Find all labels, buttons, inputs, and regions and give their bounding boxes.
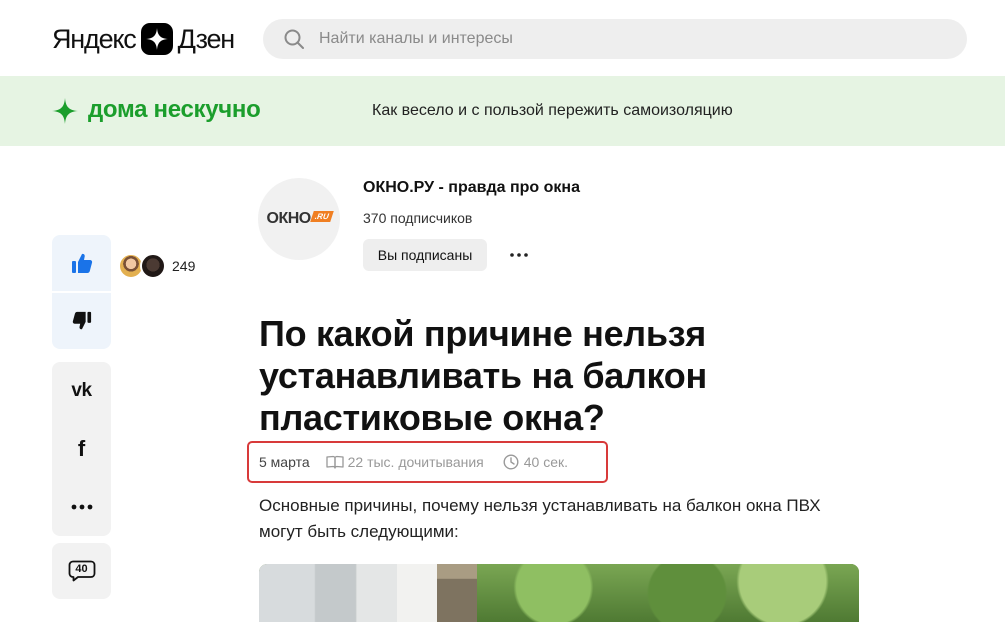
banner-title: дома нескучно <box>88 96 261 123</box>
channel-logo-suffix: .RU <box>309 210 334 222</box>
article-read-time-text: 40 сек. <box>523 454 569 470</box>
image-window-frame <box>397 564 437 622</box>
book-icon <box>325 453 344 471</box>
subscribed-button[interactable]: Вы подписаны <box>363 239 487 271</box>
yandex-zen-logo[interactable]: Яндекс Дзен <box>52 22 236 56</box>
vote-panel <box>52 235 111 349</box>
comment-bubble-icon: 40 <box>68 560 96 582</box>
thumbs-down-icon <box>72 311 91 330</box>
channel-name[interactable]: ОКНО.РУ - правда про окна <box>363 179 580 197</box>
sparkle-icon <box>52 98 78 124</box>
channel-more-button[interactable] <box>505 243 533 267</box>
article-intro: Основные причины, почему нельзя устанавл… <box>259 496 821 541</box>
zen-star-icon <box>140 23 173 55</box>
image-wall-section <box>259 564 397 622</box>
comment-count: 40 <box>75 563 88 575</box>
logo-zen-text: Дзен <box>177 23 236 54</box>
avatar <box>140 253 166 279</box>
search-input[interactable] <box>319 30 919 48</box>
article-image[interactable] <box>259 564 859 622</box>
thumbs-up-icon <box>71 253 92 273</box>
article-reads: 22 тыс. дочитывания <box>325 453 484 471</box>
share-vk-button[interactable]: vk <box>52 362 111 420</box>
promo-banner[interactable]: дома нескучно Как весело и с пользой пер… <box>0 76 1005 146</box>
dislike-button[interactable] <box>52 293 111 349</box>
like-count: 249 <box>172 258 196 274</box>
image-trees <box>477 564 859 622</box>
channel-avatar[interactable]: ОКНО .RU <box>258 178 340 260</box>
image-balcony-rail <box>437 564 477 622</box>
top-bar: Яндекс Дзен <box>0 0 1005 76</box>
article-meta: 5 марта 22 тыс. дочитывания 40 сек. <box>259 453 568 471</box>
search-bar[interactable] <box>263 19 967 59</box>
channel-logo-word: ОКНО <box>266 210 312 227</box>
more-dots-icon <box>71 504 92 510</box>
article-title: По какой причине нельзя устанавливать на… <box>259 313 707 438</box>
share-panel: vk f <box>52 362 111 536</box>
logo-yandex-text: Яндекс <box>52 23 137 54</box>
article-date: 5 марта <box>259 454 310 470</box>
search-icon <box>283 28 305 50</box>
more-share-button[interactable] <box>52 478 111 536</box>
vk-icon: vk <box>71 380 92 401</box>
article-read-time: 40 сек. <box>502 453 568 471</box>
article-reads-text: 22 тыс. дочитывания <box>347 454 484 470</box>
channel-subscribers: 370 подписчиков <box>363 210 473 226</box>
share-facebook-button[interactable]: f <box>52 420 111 478</box>
likers-summary[interactable]: 249 <box>118 253 195 279</box>
comments-button[interactable]: 40 <box>52 543 111 599</box>
like-button[interactable] <box>52 235 111 291</box>
clock-icon <box>502 453 520 471</box>
banner-subtitle: Как весело и с пользой пережить самоизол… <box>372 102 733 119</box>
more-dots-icon <box>510 253 528 257</box>
facebook-icon: f <box>77 436 86 461</box>
